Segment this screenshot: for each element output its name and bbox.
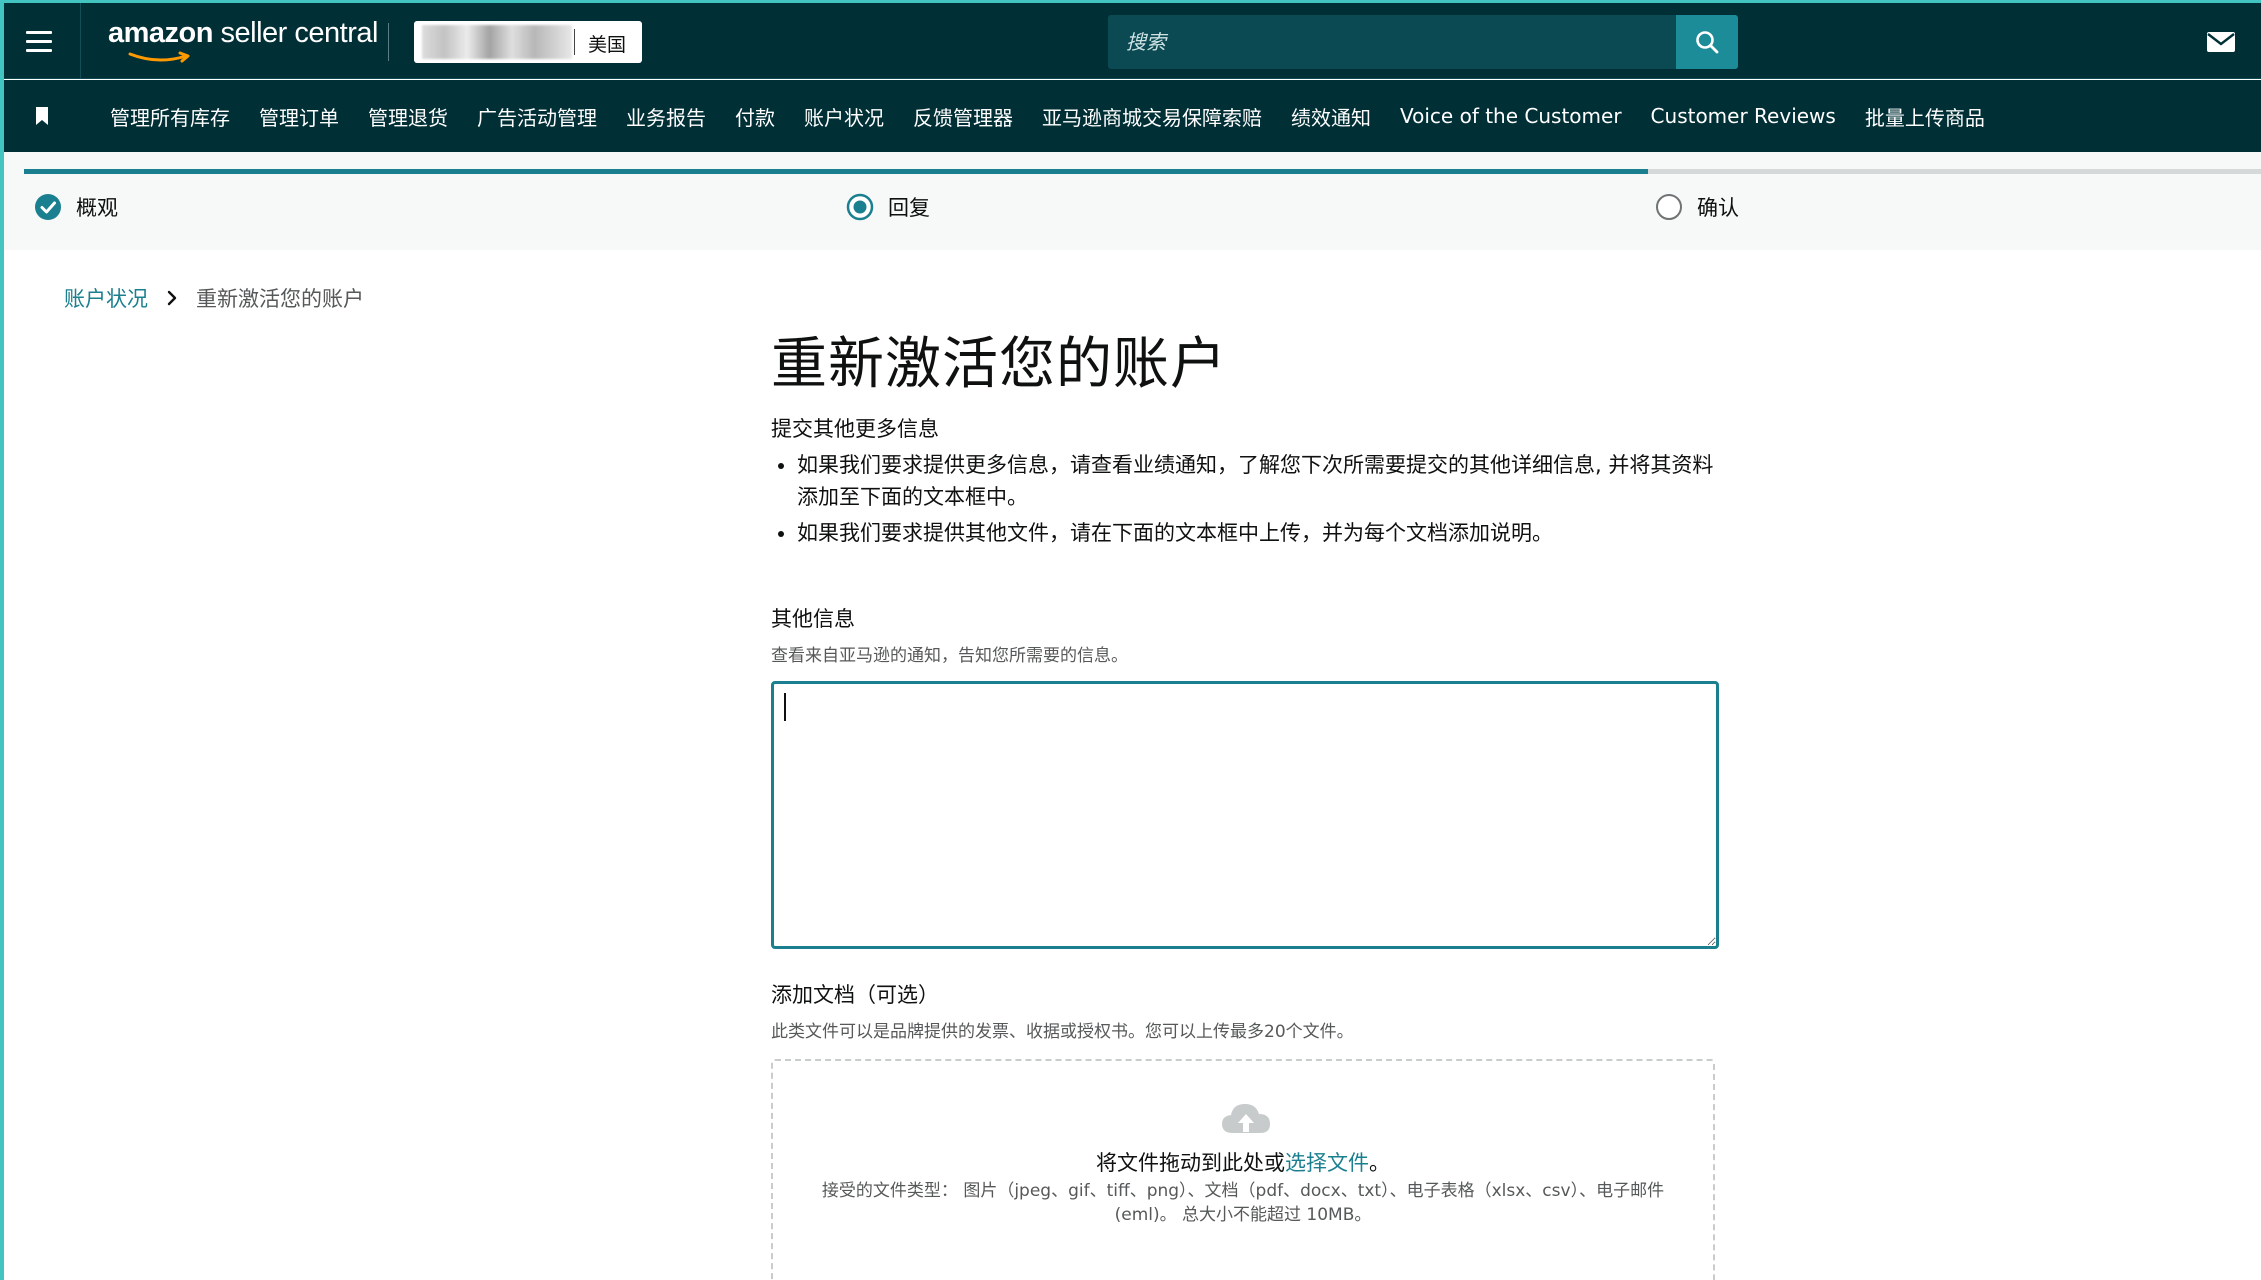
page-title: 重新激活您的账户 [771, 332, 1227, 397]
step-reply: 回复 [846, 192, 930, 222]
section-subtitle: 提交其他更多信息 [771, 417, 939, 441]
logo-text: seller central [212, 17, 379, 49]
nav-item-business-reports[interactable]: 业务报告 [626, 102, 706, 131]
chevron-right-icon [167, 290, 177, 306]
add-documents-label: 添加文档（可选） [771, 983, 939, 1007]
instruction-item: 如果我们要求提供其他文件，请在下面的文本框中上传，并为每个文档添加说明。 [797, 517, 1721, 549]
search-icon [1696, 31, 1719, 54]
top-bar: amazon seller central 美国 [4, 3, 2261, 79]
bookmark-icon[interactable] [34, 106, 50, 126]
text-caret [784, 693, 786, 721]
nav-item-manage-orders[interactable]: 管理订单 [259, 102, 339, 131]
store-region-label: 美国 [588, 34, 627, 56]
nav-item-feedback-manager[interactable]: 反馈管理器 [913, 102, 1013, 131]
search-input[interactable] [1108, 15, 1674, 69]
choose-file-link[interactable]: 选择文件 [1285, 1151, 1369, 1175]
app-window: amazon seller central 美国 搜索 管理所有库存 管理订单 … [0, 0, 2261, 1280]
nav-item-manage-returns[interactable]: 管理退货 [368, 102, 448, 131]
nav-links: 管理所有库存 管理订单 管理退货 广告活动管理 业务报告 付款 账户状况 反馈管… [110, 80, 2014, 152]
other-info-textarea[interactable] [771, 681, 1719, 949]
dropzone-prompt-end: 。 [1369, 1151, 1390, 1175]
add-documents-help-text: 此类文件可以是品牌提供的发票、收据或授权书。您可以上传最多20个文件。 [771, 1022, 1354, 1042]
nav-item-voice-of-customer[interactable]: Voice of the Customer [1400, 104, 1622, 128]
logo-divider [388, 23, 389, 61]
search-button[interactable] [1676, 15, 1738, 69]
other-info-help-text: 查看来自亚马逊的通知，告知您所需要的信息。 [771, 646, 1128, 666]
seller-central-logo[interactable]: amazon seller central [108, 17, 378, 63]
step-label: 回复 [888, 196, 930, 220]
nav-item-a-to-z-claims[interactable]: 亚马逊商城交易保障索赔 [1042, 102, 1262, 131]
step-confirm: 确认 [1655, 192, 1739, 222]
cloud-upload-icon [1222, 1104, 1270, 1133]
dropzone-text: 将文件拖动到此处或选择文件。 [773, 1147, 1713, 1177]
nav-item-account-health[interactable]: 账户状况 [804, 102, 884, 131]
other-info-field-wrap [771, 681, 1721, 949]
nav-item-manage-inventory[interactable]: 管理所有库存 [110, 102, 230, 131]
radio-empty-icon [1656, 194, 1682, 220]
dropzone-prompt: 将文件拖动到此处或 [1096, 1151, 1285, 1175]
main-content: 重新激活您的账户 提交其他更多信息 如果我们要求提供更多信息，请查看业绩通知，了… [771, 325, 1721, 1280]
breadcrumb: 账户状况 重新激活您的账户 [64, 283, 364, 313]
progress-stepper: 概观 回复 确认 [4, 152, 2261, 250]
nav-item-bulk-upload[interactable]: 批量上传商品 [1865, 102, 1985, 131]
search-bar [1108, 15, 1738, 69]
amazon-smile-icon [128, 51, 190, 63]
nav-item-campaign-manager[interactable]: 广告活动管理 [477, 102, 597, 131]
store-divider [574, 29, 575, 55]
logo-brand: amazon [108, 17, 213, 49]
nav-item-customer-reviews[interactable]: Customer Reviews [1651, 104, 1836, 128]
nav-bar: 管理所有库存 管理订单 管理退货 广告活动管理 业务报告 付款 账户状况 反馈管… [4, 80, 2261, 152]
mail-icon[interactable] [2206, 31, 2236, 53]
nav-item-performance-notifications[interactable]: 绩效通知 [1291, 102, 1371, 131]
file-dropzone[interactable]: 将文件拖动到此处或选择文件。 接受的文件类型： 图片（jpeg、gif、tiff… [771, 1059, 1715, 1280]
other-info-label: 其他信息 [771, 607, 855, 631]
check-circle-icon [35, 194, 61, 220]
instructions-list: 如果我们要求提供更多信息，请查看业绩通知，了解您下次所需要提交的其他详细信息, … [771, 449, 1721, 549]
hamburger-menu-icon[interactable] [26, 25, 62, 57]
step-label: 概观 [76, 196, 118, 220]
menu-divider [80, 3, 81, 79]
breadcrumb-current: 重新激活您的账户 [196, 287, 364, 311]
step-label: 确认 [1697, 196, 1739, 220]
nav-item-payments[interactable]: 付款 [735, 102, 775, 131]
store-switcher[interactable]: 美国 [414, 21, 642, 63]
accepted-file-types: 接受的文件类型： 图片（jpeg、gif、tiff、png）、文档（pdf、do… [821, 1181, 1665, 1225]
store-name-redacted [422, 25, 572, 59]
breadcrumb-account-health-link[interactable]: 账户状况 [64, 283, 148, 313]
radio-selected-icon [846, 193, 874, 221]
instruction-item: 如果我们要求提供更多信息，请查看业绩通知，了解您下次所需要提交的其他详细信息, … [797, 449, 1721, 513]
step-overview: 概观 [34, 192, 118, 222]
progress-fill [24, 169, 1648, 174]
